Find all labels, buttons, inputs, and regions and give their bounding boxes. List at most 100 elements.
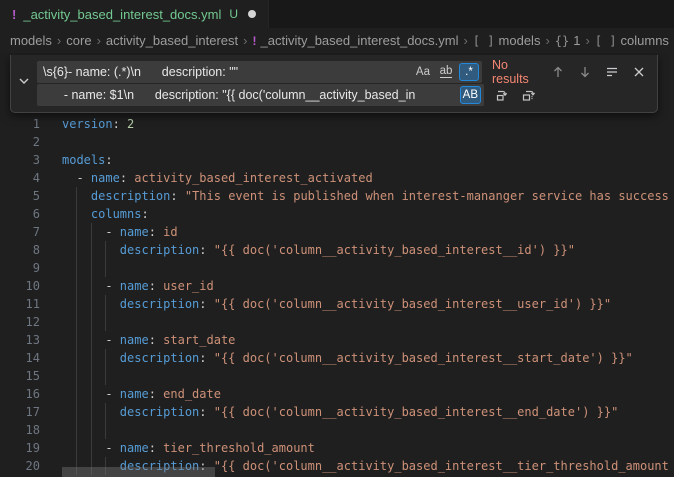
breadcrumb-item-columns[interactable]: [ ]columns xyxy=(595,33,669,48)
breadcrumb-separator-icon: › xyxy=(57,33,61,48)
indent-guide xyxy=(105,259,106,277)
token: "{{ doc('column__activity_based_interest… xyxy=(214,405,619,419)
replace-all-button[interactable] xyxy=(519,85,539,105)
token xyxy=(62,405,120,419)
token: "{{ doc('column__activity_based_interest… xyxy=(214,351,633,365)
token: : xyxy=(113,117,127,131)
code-line[interactable]: 10 - name: user_id xyxy=(0,277,674,295)
horizontal-scrollbar[interactable] xyxy=(62,467,215,477)
breadcrumb-separator-icon: › xyxy=(243,33,247,48)
indent-guide xyxy=(105,367,106,385)
breadcrumb-label: core xyxy=(66,33,91,48)
breadcrumb-item--activity-based-interest-docs-yml[interactable]: !_activity_based_interest_docs.yml xyxy=(253,33,459,48)
find-input[interactable] xyxy=(43,61,410,83)
code-line[interactable]: 7 - name: id xyxy=(0,223,674,241)
code-line[interactable]: 14 description: "{{ doc('column__activit… xyxy=(0,349,674,367)
indent-guide xyxy=(91,259,92,277)
breadcrumb-separator-icon: › xyxy=(464,33,468,48)
replace-input-box: AB xyxy=(37,84,484,106)
token: - xyxy=(62,333,120,347)
whole-word-toggle[interactable]: ab xyxy=(436,63,456,81)
token: - xyxy=(62,387,120,401)
find-previous-button[interactable] xyxy=(548,62,568,82)
editor-pane[interactable]: 1version: 223models:4 - name: activity_b… xyxy=(0,53,674,477)
token: : xyxy=(149,225,163,239)
breadcrumb-item-models[interactable]: models xyxy=(10,33,52,48)
token: "{{ doc('column__activity_based_interest… xyxy=(214,297,611,311)
replace-button[interactable] xyxy=(492,85,512,105)
indent-guide xyxy=(76,313,77,331)
token: "This event is published when interest-m… xyxy=(185,189,669,203)
toggle-replace-button[interactable] xyxy=(11,55,37,112)
line-number: 12 xyxy=(0,313,40,331)
replace-row: AB xyxy=(37,84,649,106)
symbol-icon: [ ] xyxy=(595,34,617,48)
line-number: 17 xyxy=(0,403,40,421)
token: "{{ doc('column__activity_based_interest… xyxy=(214,243,575,257)
token: description xyxy=(120,351,199,365)
breadcrumb-item-models[interactable]: [ ] models xyxy=(473,33,541,48)
line-content: - name: tier_threshold_amount xyxy=(62,439,315,457)
close-button[interactable] xyxy=(629,62,649,82)
token: : xyxy=(105,153,112,167)
code-line[interactable]: 9 xyxy=(0,259,674,277)
indent-guide xyxy=(76,367,77,385)
code-line[interactable]: 17 description: "{{ doc('column__activit… xyxy=(0,403,674,421)
editor-tab[interactable]: ! _activity_based_interest_docs.yml U xyxy=(0,0,269,28)
token xyxy=(62,243,120,257)
breadcrumb-separator-icon: › xyxy=(545,33,549,48)
code-line[interactable]: 18 xyxy=(0,421,674,439)
whole-word-label: ab xyxy=(440,66,453,78)
token: name xyxy=(120,387,149,401)
match-case-toggle[interactable]: Aa xyxy=(413,63,433,81)
line-number: 3 xyxy=(0,151,40,169)
token xyxy=(62,207,91,221)
token: id xyxy=(163,225,177,239)
token: : xyxy=(149,387,163,401)
breadcrumb-item-core[interactable]: core xyxy=(66,33,91,48)
code-line[interactable]: 19 - name: tier_threshold_amount xyxy=(0,439,674,457)
line-content: columns: xyxy=(62,205,149,223)
code-area[interactable]: 1version: 223models:4 - name: activity_b… xyxy=(0,115,674,475)
code-line[interactable]: 2 xyxy=(0,133,674,151)
indent-guide xyxy=(76,259,77,277)
symbol-icon: {} xyxy=(555,34,569,48)
code-line[interactable]: 15 xyxy=(0,367,674,385)
code-line[interactable]: 5 description: "This event is published … xyxy=(0,187,674,205)
token xyxy=(62,189,91,203)
line-content: - name: activity_based_interest_activate… xyxy=(62,169,373,187)
code-line[interactable]: 13 - name: start_date xyxy=(0,331,674,349)
regex-toggle[interactable]: .* xyxy=(459,63,479,81)
token: : xyxy=(170,189,184,203)
breadcrumb-item-activity-based-interest[interactable]: activity_based_interest xyxy=(106,33,238,48)
code-line[interactable]: 4 - name: activity_based_interest_activa… xyxy=(0,169,674,187)
find-in-selection-button[interactable] xyxy=(602,62,622,82)
line-number: 15 xyxy=(0,367,40,385)
code-line[interactable]: 8 description: "{{ doc('column__activity… xyxy=(0,241,674,259)
find-next-button[interactable] xyxy=(575,62,595,82)
breadcrumb-label: models xyxy=(499,33,541,48)
token: : xyxy=(199,351,213,365)
code-line[interactable]: 1version: 2 xyxy=(0,115,674,133)
breadcrumb-item-1[interactable]: {}1 xyxy=(555,33,581,48)
symbol-icon: [ ] xyxy=(473,34,495,48)
breadcrumb-label: activity_based_interest xyxy=(106,33,238,48)
token: tier_threshold_amount xyxy=(163,441,315,455)
unsaved-changes-dot[interactable] xyxy=(248,10,256,18)
replace-input[interactable] xyxy=(43,84,457,106)
token: : xyxy=(149,279,163,293)
line-content: - name: end_date xyxy=(62,385,221,403)
line-number: 1 xyxy=(0,115,40,133)
line-number: 14 xyxy=(0,349,40,367)
line-number: 7 xyxy=(0,223,40,241)
code-line[interactable]: 12 xyxy=(0,313,674,331)
breadcrumb-separator-icon: › xyxy=(97,33,101,48)
indent-guide xyxy=(105,313,106,331)
code-line[interactable]: 6 columns: xyxy=(0,205,674,223)
code-line[interactable]: 16 - name: end_date xyxy=(0,385,674,403)
token xyxy=(62,297,120,311)
preserve-case-toggle[interactable]: AB xyxy=(460,86,481,104)
code-line[interactable]: 11 description: "{{ doc('column__activit… xyxy=(0,295,674,313)
breadcrumb-separator-icon: › xyxy=(585,33,589,48)
code-line[interactable]: 3models: xyxy=(0,151,674,169)
